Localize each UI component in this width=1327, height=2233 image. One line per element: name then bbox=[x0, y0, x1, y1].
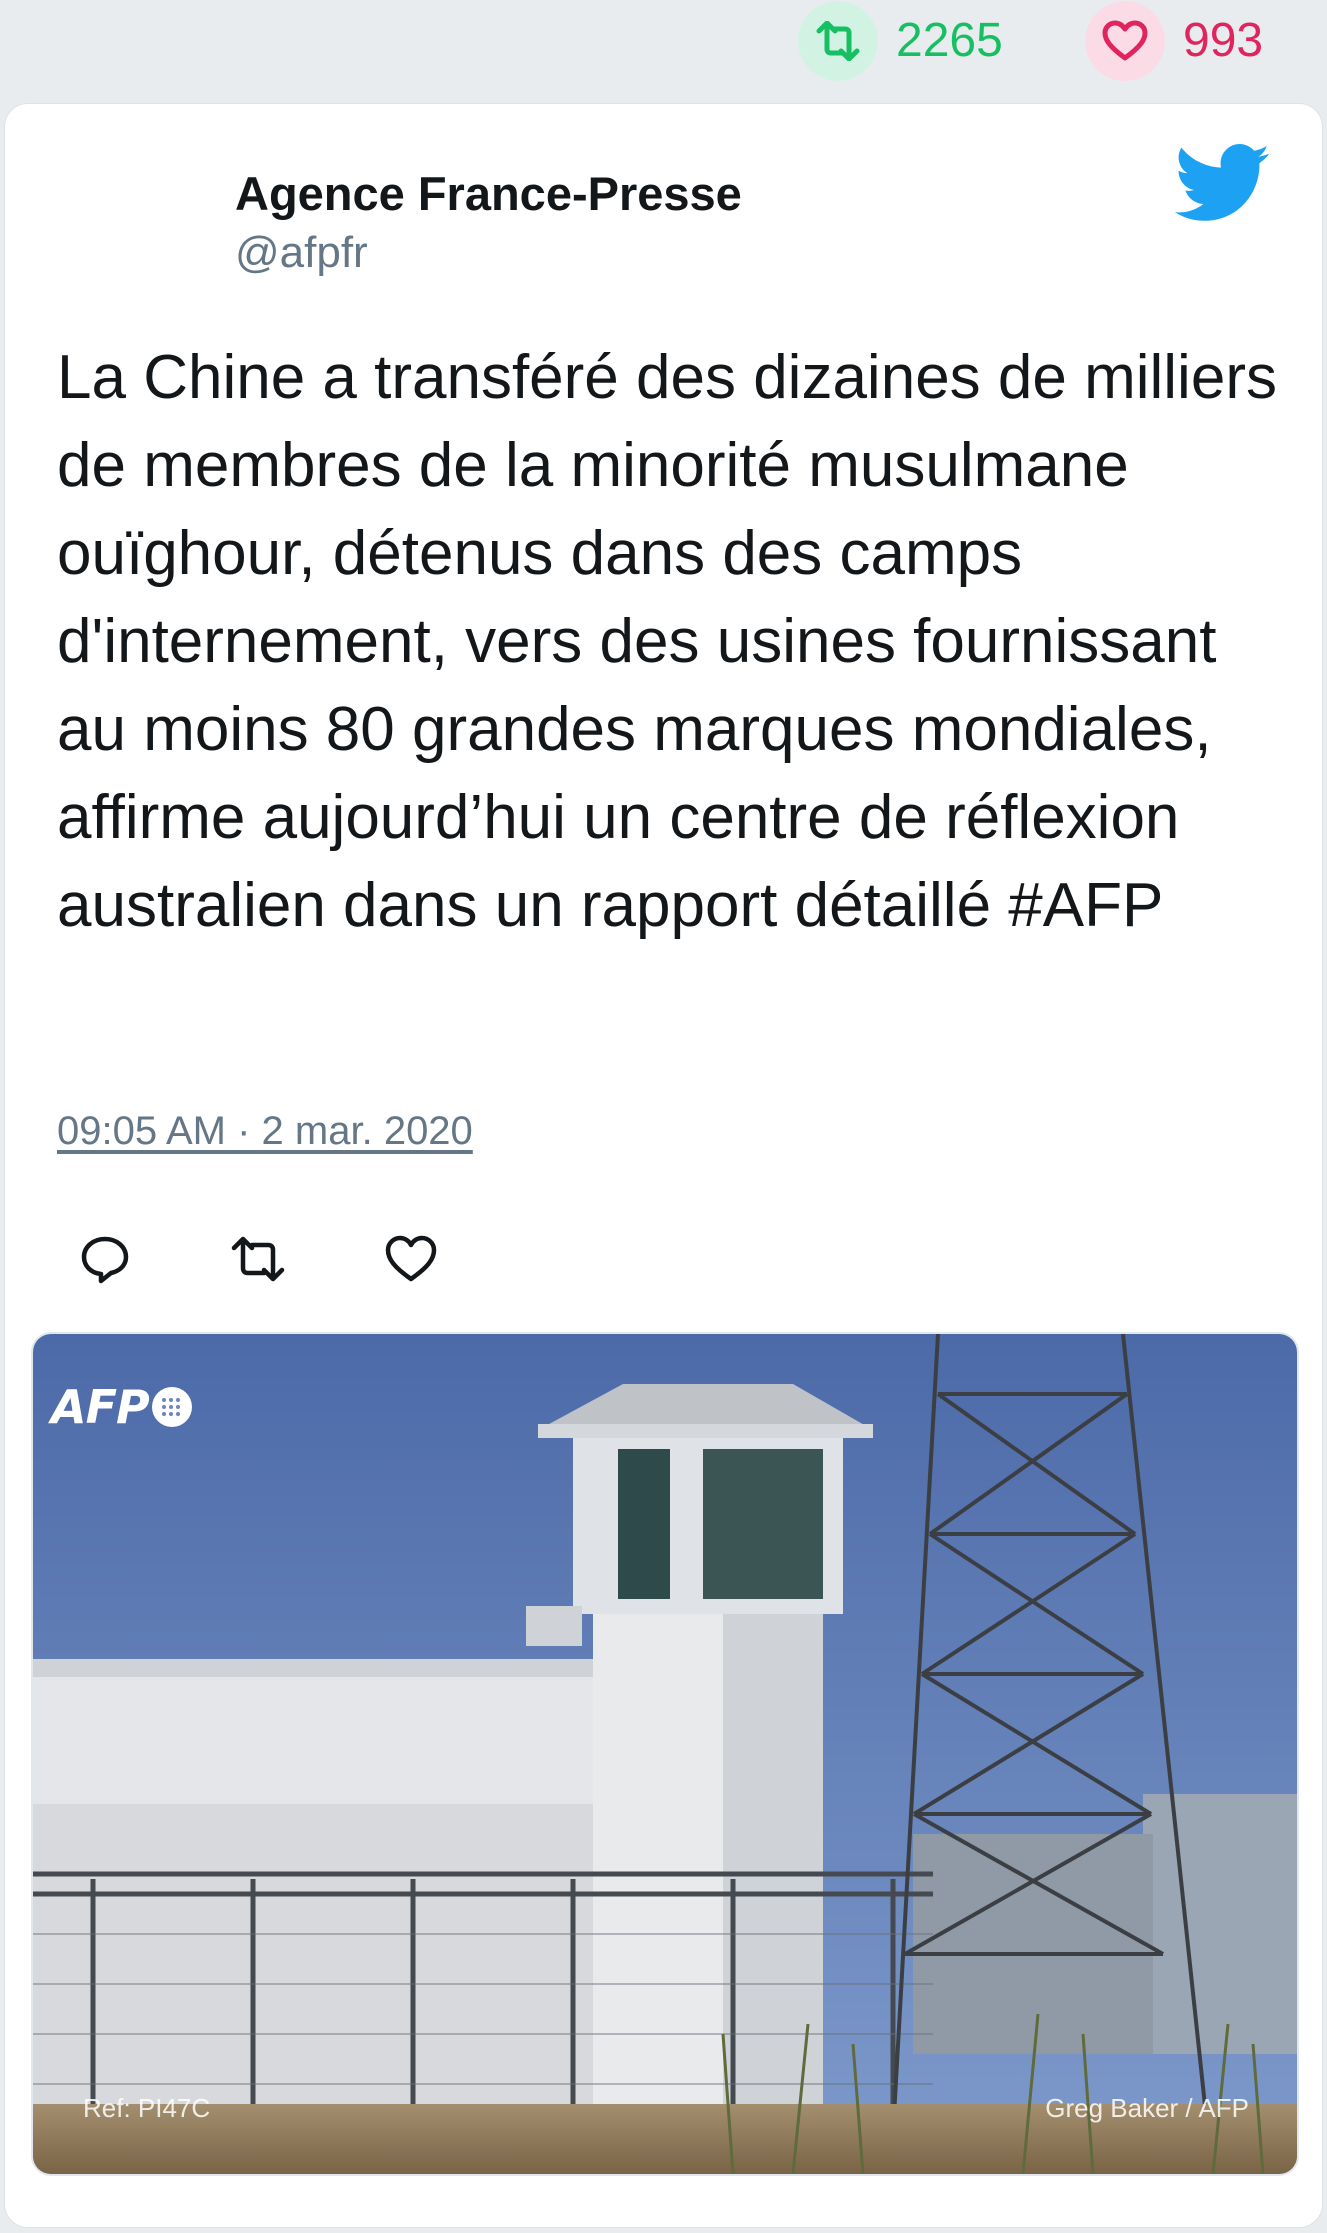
author-name[interactable]: Agence France-Presse bbox=[235, 166, 742, 221]
retweet-icon[interactable] bbox=[798, 1, 878, 81]
tweet-actions bbox=[75, 1229, 534, 1289]
retweet-count: 2265 bbox=[896, 14, 1003, 67]
afp-globe-icon bbox=[151, 1387, 192, 1427]
retweet-icon[interactable] bbox=[228, 1229, 288, 1289]
afp-logo: AFP bbox=[51, 1380, 195, 1434]
retweet-stat[interactable]: 2265 bbox=[798, 0, 1003, 82]
heart-icon[interactable] bbox=[1085, 1, 1165, 81]
prison-photo-image bbox=[33, 1334, 1297, 2174]
like-count: 993 bbox=[1183, 14, 1264, 67]
like-stat[interactable]: 993 bbox=[1085, 0, 1263, 82]
tweet-text: La Chine a transféré des dizaines de mil… bbox=[57, 343, 1277, 940]
afp-logo-text: AFP bbox=[51, 1380, 150, 1434]
engagement-bar: 2265 993 bbox=[0, 0, 1327, 100]
tweet-photo[interactable]: AFP Ref: PI47C Greg Baker / AFP bbox=[31, 1332, 1299, 2176]
twitter-bird-icon[interactable] bbox=[1174, 144, 1271, 224]
photo-credit: Greg Baker / AFP bbox=[1045, 2093, 1249, 2123]
reply-icon[interactable] bbox=[75, 1229, 135, 1289]
tweet-card: Agence France-Presse @afpfr La Chine a t… bbox=[4, 103, 1323, 2228]
author-handle[interactable]: @afpfr bbox=[235, 228, 368, 278]
like-icon[interactable] bbox=[381, 1229, 441, 1289]
tweet-timestamp[interactable]: 09:05 AM · 2 mar. 2020 bbox=[57, 1109, 473, 1154]
photo-ref: Ref: PI47C bbox=[83, 2093, 211, 2123]
